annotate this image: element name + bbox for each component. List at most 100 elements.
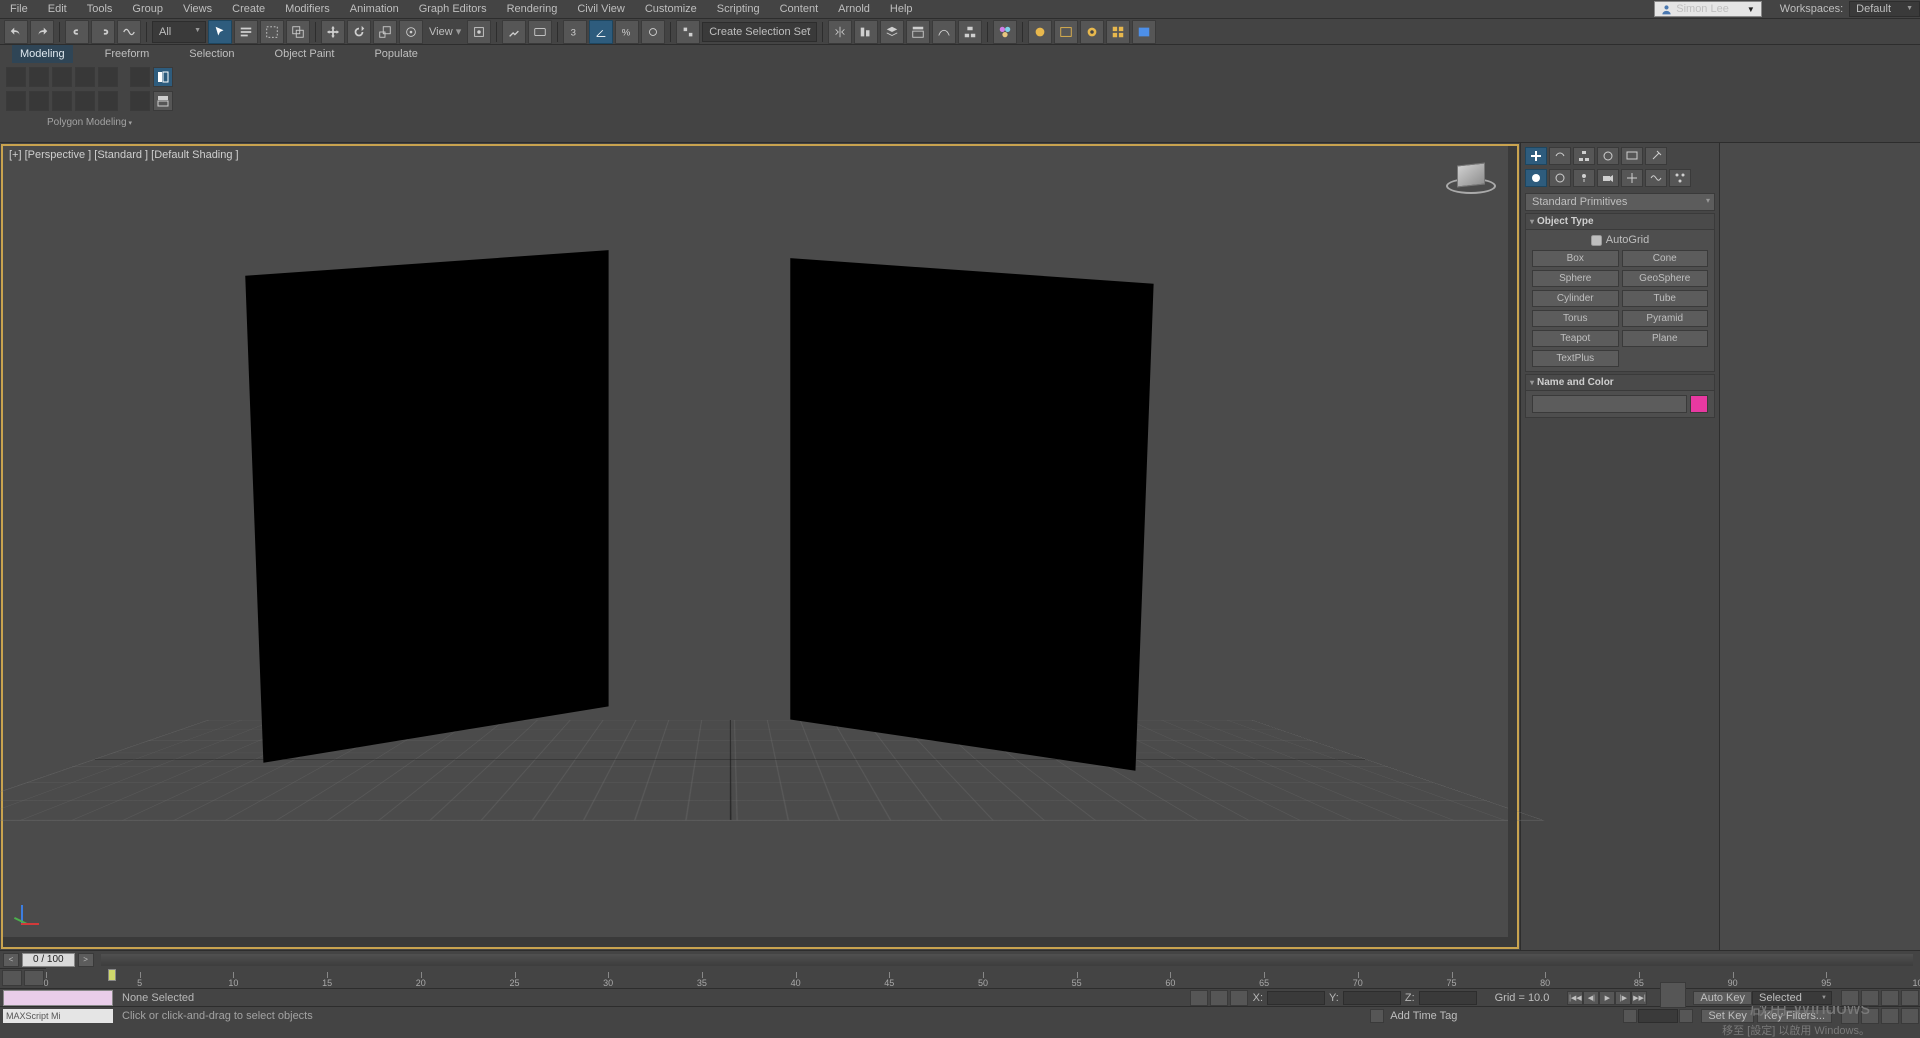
- subobj-border-button[interactable]: [52, 67, 72, 87]
- select-by-name-button[interactable]: [234, 20, 258, 44]
- mini-curve-editor-button[interactable]: [2, 970, 22, 986]
- primitive-textplus-button[interactable]: TextPlus: [1532, 350, 1619, 367]
- track-bar[interactable]: [101, 954, 1913, 966]
- rb-btn-6[interactable]: [130, 91, 150, 111]
- link-button[interactable]: [65, 20, 89, 44]
- viewport-scrollbar-horizontal[interactable]: [3, 937, 1517, 947]
- cmd-tab-utilities[interactable]: [1645, 147, 1667, 165]
- menu-arnold[interactable]: Arnold: [828, 1, 880, 17]
- maxscript-mini-listener[interactable]: MAXScript Mi: [3, 1009, 113, 1023]
- menu-animation[interactable]: Animation: [340, 1, 409, 17]
- nav-zoom-button[interactable]: [1841, 990, 1859, 1006]
- next-frame-button[interactable]: |▶: [1615, 991, 1631, 1005]
- placement-button[interactable]: [399, 20, 423, 44]
- name-color-header[interactable]: Name and Color: [1526, 375, 1714, 391]
- manipulate-button[interactable]: [502, 20, 526, 44]
- rb-btn-1[interactable]: [6, 91, 26, 111]
- viewport-scrollbar-vertical[interactable]: [1508, 146, 1517, 937]
- prev-frame-button[interactable]: ◀|: [1583, 991, 1599, 1005]
- add-time-tag-label[interactable]: Add Time Tag: [1384, 1010, 1463, 1022]
- create-cameras-tab[interactable]: [1597, 169, 1619, 187]
- primitive-pyramid-button[interactable]: Pyramid: [1622, 310, 1709, 327]
- rb-btn-4[interactable]: [75, 91, 95, 111]
- rendered-frame-button[interactable]: [1054, 20, 1078, 44]
- preview-button[interactable]: [130, 67, 150, 87]
- goto-end-button[interactable]: ▶▶|: [1631, 991, 1647, 1005]
- scene-object-plane-2[interactable]: [790, 258, 1153, 771]
- frame-next-button[interactable]: >: [78, 953, 94, 967]
- pivot-button[interactable]: [467, 20, 491, 44]
- play-button[interactable]: ▶: [1599, 991, 1615, 1005]
- timeline-filter-button[interactable]: [24, 970, 44, 986]
- current-frame-indicator[interactable]: 0 / 100: [22, 953, 75, 967]
- viewport-nav-big-button[interactable]: [1660, 982, 1686, 1008]
- object-name-input[interactable]: [1532, 395, 1687, 413]
- material-editor-button[interactable]: [993, 20, 1017, 44]
- menu-civil-view[interactable]: Civil View: [567, 1, 634, 17]
- key-mode-button[interactable]: [1623, 1009, 1637, 1023]
- nav-orbit-button[interactable]: [1881, 1008, 1899, 1024]
- rotate-button[interactable]: [347, 20, 371, 44]
- angle-snap-button[interactable]: [589, 20, 613, 44]
- menu-file[interactable]: File: [0, 1, 38, 17]
- goto-start-button[interactable]: |◀◀: [1567, 991, 1583, 1005]
- time-ruler[interactable]: 0510152025303540455055606570758085909510…: [46, 968, 1920, 988]
- subobj-polygon-button[interactable]: [75, 67, 95, 87]
- ribbon-tab-selection[interactable]: Selection: [181, 45, 242, 63]
- primitive-cone-button[interactable]: Cone: [1622, 250, 1709, 267]
- set-key-button[interactable]: Set Key: [1701, 1009, 1754, 1023]
- schematic-view-button[interactable]: [958, 20, 982, 44]
- viewcube[interactable]: [1443, 164, 1499, 204]
- subobj-vertex-button[interactable]: [6, 67, 26, 87]
- snap-toggle-button[interactable]: 3: [563, 20, 587, 44]
- time-config-button[interactable]: [1679, 1009, 1693, 1023]
- current-frame-field[interactable]: [1638, 1009, 1678, 1023]
- primitive-plane-button[interactable]: Plane: [1622, 330, 1709, 347]
- create-lights-tab[interactable]: [1573, 169, 1595, 187]
- spinner-snap-button[interactable]: [641, 20, 665, 44]
- nav-maximize-viewport-button[interactable]: [1901, 1008, 1919, 1024]
- undo-button[interactable]: [4, 20, 28, 44]
- cmd-tab-create[interactable]: [1525, 147, 1547, 165]
- object-type-header[interactable]: Object Type: [1526, 214, 1714, 230]
- toggle-ribbon-button[interactable]: [906, 20, 930, 44]
- nav-pan-button[interactable]: [1841, 1008, 1859, 1024]
- align-button[interactable]: [854, 20, 878, 44]
- render-setup-button[interactable]: [1028, 20, 1052, 44]
- maxscript-listener-mini[interactable]: [3, 990, 113, 1006]
- render-iterative-button[interactable]: [1106, 20, 1130, 44]
- named-selection-set-dropdown[interactable]: Create Selection Set: [702, 22, 817, 42]
- rb-btn-3[interactable]: [52, 91, 72, 111]
- menu-scripting[interactable]: Scripting: [707, 1, 770, 17]
- transform-type-in-button[interactable]: [1230, 990, 1248, 1006]
- scale-button[interactable]: [373, 20, 397, 44]
- menu-views[interactable]: Views: [173, 1, 222, 17]
- render-scene-button[interactable]: [1132, 20, 1156, 44]
- create-helpers-tab[interactable]: [1621, 169, 1643, 187]
- menu-help[interactable]: Help: [880, 1, 923, 17]
- subobj-element-button[interactable]: [98, 67, 118, 87]
- viewport-label[interactable]: [+] [Perspective ] [Standard ] [Default …: [9, 149, 239, 161]
- primitive-tube-button[interactable]: Tube: [1622, 290, 1709, 307]
- nav-walk-button[interactable]: [1861, 1008, 1879, 1024]
- x-coord-input[interactable]: [1267, 991, 1325, 1005]
- primitive-teapot-button[interactable]: Teapot: [1532, 330, 1619, 347]
- key-filters-button[interactable]: Key Filters...: [1757, 1009, 1832, 1023]
- ribbon-tab-modeling[interactable]: Modeling: [12, 45, 73, 63]
- keyboard-shortcut-button[interactable]: [528, 20, 552, 44]
- menu-create[interactable]: Create: [222, 1, 275, 17]
- cmd-tab-modify[interactable]: [1549, 147, 1571, 165]
- rb-btn-7[interactable]: [153, 91, 173, 111]
- nav-zoom-extents-button[interactable]: [1881, 990, 1899, 1006]
- window-crossing-button[interactable]: [286, 20, 310, 44]
- menu-edit[interactable]: Edit: [38, 1, 77, 17]
- edit-named-selset-button[interactable]: [676, 20, 700, 44]
- select-region-button[interactable]: [260, 20, 284, 44]
- scene-object-plane-1[interactable]: [245, 250, 608, 763]
- percent-snap-button[interactable]: %: [615, 20, 639, 44]
- toggle-command-panel-button[interactable]: [153, 67, 173, 87]
- menu-customize[interactable]: Customize: [635, 1, 707, 17]
- create-systems-tab[interactable]: [1669, 169, 1691, 187]
- primitive-torus-button[interactable]: Torus: [1532, 310, 1619, 327]
- nav-zoom-all-button[interactable]: [1861, 990, 1879, 1006]
